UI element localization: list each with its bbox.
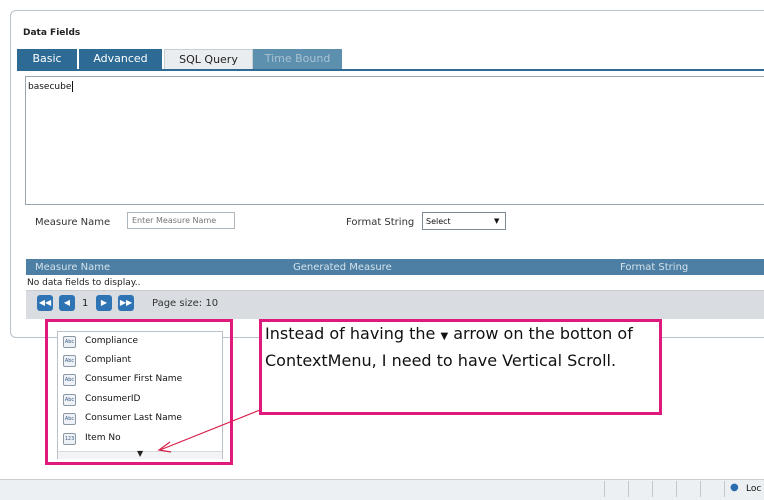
last-page-button[interactable]: ▶▶: [118, 295, 134, 311]
context-menu-item-label: Item No: [85, 433, 121, 443]
current-page-number[interactable]: 1: [82, 298, 88, 309]
context-menu-item-label: ConsumerID: [85, 394, 141, 404]
tab-strip-divider: [17, 69, 764, 71]
format-string-label: Format String: [346, 217, 415, 228]
panel-title: Data Fields: [23, 28, 81, 38]
tab-basic[interactable]: Basic: [17, 49, 77, 69]
browser-status-bar: [0, 479, 764, 500]
next-page-icon: ▶: [100, 298, 108, 307]
tab-time-bound[interactable]: Time Bound: [253, 49, 342, 69]
previous-page-button[interactable]: ◀: [59, 295, 75, 311]
text-field-icon: Abc: [63, 413, 76, 425]
first-page-button[interactable]: ◀◀: [37, 295, 53, 311]
page-size: Page size: 10: [152, 298, 218, 309]
sql-query-editor[interactable]: [25, 76, 764, 205]
column-header-format-string[interactable]: Format String: [620, 262, 688, 273]
text-caret: [72, 81, 73, 92]
down-arrow-glyph: ▼: [440, 331, 449, 342]
context-menu-item-label: Compliant: [85, 355, 132, 365]
text-field-icon: Abc: [63, 374, 76, 386]
grid-pager: [26, 290, 764, 319]
measure-name-input[interactable]: [127, 212, 235, 229]
text-field-icon: Abc: [63, 394, 76, 406]
annotation-text-before: Instead of having the: [265, 324, 441, 343]
status-bar-divider: [628, 481, 629, 497]
status-bar-divider: [676, 481, 677, 497]
next-page-button[interactable]: ▶: [96, 295, 112, 311]
status-bar-divider: [604, 481, 605, 497]
sql-query-text: basecube: [28, 82, 72, 92]
format-string-selected-value: Select: [426, 217, 451, 226]
status-bar-divider: [724, 481, 725, 497]
page-size-label: Page size:: [152, 298, 203, 309]
tab-advanced[interactable]: Advanced: [79, 49, 162, 69]
scroll-down-arrow-icon[interactable]: ▼: [137, 449, 143, 458]
column-header-generated-measure[interactable]: Generated Measure: [293, 262, 392, 273]
grid-empty-message: No data fields to display..: [27, 278, 141, 288]
annotation-text: Instead of having the ▼ arrow on the bot…: [265, 322, 655, 373]
page-size-value: 10: [205, 298, 219, 309]
text-field-icon: Abc: [63, 336, 76, 348]
status-bar-divider: [700, 481, 701, 497]
chevron-down-icon: ▼: [494, 217, 500, 225]
measure-name-label: Measure Name: [35, 217, 111, 228]
last-page-icon: ▶▶: [119, 298, 133, 307]
previous-page-icon: ◀: [63, 298, 71, 307]
tab-sql-query[interactable]: SQL Query: [164, 49, 253, 69]
context-menu-item-label: Compliance: [85, 336, 138, 346]
globe-icon: ●: [730, 482, 739, 493]
status-bar-divider: [652, 481, 653, 497]
context-menu-item-label: Consumer First Name: [85, 374, 183, 384]
text-field-icon: Abc: [63, 355, 76, 367]
numeric-field-icon: 123: [63, 433, 76, 445]
first-page-icon: ◀◀: [38, 298, 52, 307]
column-header-measure-name[interactable]: Measure Name: [35, 262, 110, 273]
status-bar-zone-label: Loc: [746, 484, 762, 494]
context-menu-item-label: Consumer Last Name: [85, 413, 182, 423]
